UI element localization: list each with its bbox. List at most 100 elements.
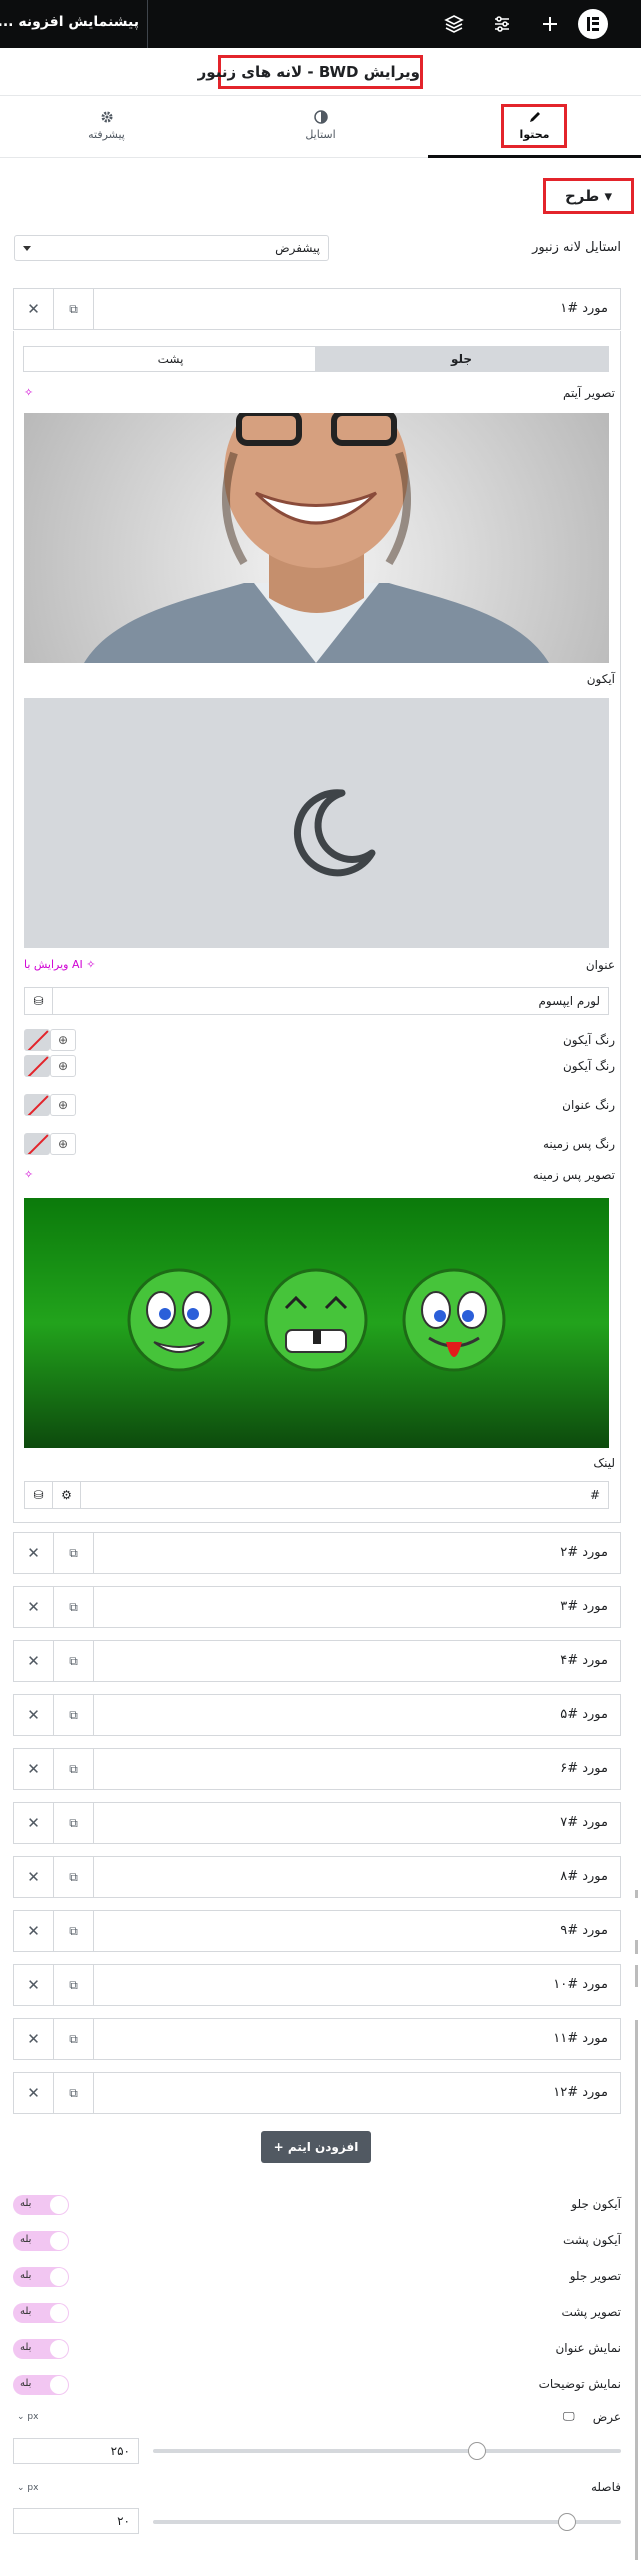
repeater-item-8[interactable]: مورد #۸ ✕ ⧉ [13, 1856, 621, 1898]
database-icon[interactable]: ⛁ [25, 1482, 53, 1508]
switch-label: بله [20, 2378, 32, 2389]
close-icon[interactable]: ✕ [14, 1857, 54, 1897]
scrollbar-segment[interactable] [635, 1890, 638, 1898]
link-label: لینک [593, 1456, 615, 1470]
database-icon[interactable]: ⛁ [25, 988, 53, 1014]
close-icon[interactable]: ✕ [14, 1911, 54, 1951]
repeater-item-11[interactable]: مورد #۱۱ ✕ ⧉ [13, 2018, 621, 2060]
desktop-icon[interactable]: 🖵 [563, 2409, 575, 2424]
repeater-item-3[interactable]: مورد #۳ ✕ ⧉ [13, 1586, 621, 1628]
copy-icon[interactable]: ⧉ [54, 1911, 94, 1951]
repeater-item-12[interactable]: مورد #۱۲ ✕ ⧉ [13, 2072, 621, 2114]
width-slider[interactable] [153, 2442, 621, 2460]
slider-handle[interactable] [558, 2513, 576, 2531]
repeater-item-2[interactable]: مورد #۲ ✕ ⧉ [13, 1532, 621, 1574]
sliders-icon[interactable] [490, 12, 514, 36]
layers-icon[interactable] [442, 12, 466, 36]
scrollbar-segment[interactable] [635, 1940, 638, 1954]
slider-handle[interactable] [468, 2442, 486, 2460]
plus-icon[interactable] [538, 12, 562, 36]
color-swatch[interactable] [24, 1094, 50, 1116]
tab-advanced[interactable]: پیشرفته [0, 96, 213, 158]
edit-with-ai-link[interactable]: ویرایش با AI ✧ [24, 958, 95, 971]
close-icon[interactable]: ✕ [14, 1587, 54, 1627]
copy-icon[interactable]: ⧉ [54, 1857, 94, 1897]
color-swatch[interactable] [24, 1029, 50, 1051]
back-icon-switch[interactable]: بله [13, 2231, 69, 2251]
close-icon[interactable]: ✕ [14, 2019, 54, 2059]
color-swatch[interactable] [24, 1133, 50, 1155]
toggle-front[interactable]: جلو [315, 347, 608, 371]
show-description-switch[interactable]: بله [13, 2375, 69, 2395]
globe-icon[interactable]: ⊕ [50, 1029, 76, 1051]
repeater-item-6[interactable]: مورد #۶ ✕ ⧉ [13, 1748, 621, 1790]
link-input[interactable]: # ⚙ ⛁ [24, 1481, 609, 1509]
bg-image-label: تصویر پس زمینه [532, 1168, 615, 1182]
repeater-item-10[interactable]: مورد #۱۰ ✕ ⧉ [13, 1964, 621, 2006]
copy-icon[interactable]: ⧉ [54, 1749, 94, 1789]
bg-image-preview[interactable] [24, 1198, 609, 1448]
globe-icon[interactable]: ⊕ [50, 1133, 76, 1155]
globe-icon[interactable]: ⊕ [50, 1055, 76, 1077]
close-icon[interactable]: ✕ [14, 289, 54, 329]
honeycomb-style-select[interactable]: پیشفرض [14, 235, 329, 261]
color-swatch[interactable] [24, 1055, 50, 1077]
scrollbar-segment[interactable] [635, 1965, 638, 1987]
title-input[interactable]: لورم ایپسوم ⛁ [24, 987, 609, 1015]
repeater-item-1[interactable]: مورد #۱ ✕ ⧉ [13, 288, 621, 330]
icon-preview[interactable] [24, 698, 609, 948]
repeater-item-9[interactable]: مورد #۹ ✕ ⧉ [13, 1910, 621, 1952]
icon-color-control[interactable]: ⊕ [24, 1029, 76, 1051]
scrollbar-thumb[interactable] [635, 2020, 638, 2560]
copy-icon[interactable]: ⧉ [54, 1587, 94, 1627]
gap-slider[interactable] [153, 2513, 621, 2531]
tab-style[interactable]: استایل [214, 96, 427, 158]
item-label: مورد #۴ [560, 1653, 608, 1668]
preview-title[interactable]: پیشنمایش افزونه ... [0, 14, 139, 30]
ai-sparkle-icon[interactable]: ✧ [24, 386, 33, 399]
copy-icon[interactable]: ⧉ [54, 1803, 94, 1843]
width-unit[interactable]: ⌄ px [17, 2412, 38, 2422]
settings-gear-icon[interactable]: ⚙ [53, 1482, 81, 1508]
repeater-item-7[interactable]: مورد #۷ ✕ ⧉ [13, 1802, 621, 1844]
show-title-switch[interactable]: بله [13, 2339, 69, 2359]
close-icon[interactable]: ✕ [14, 1695, 54, 1735]
item-label: مورد #۹ [560, 1923, 608, 1938]
close-icon[interactable]: ✕ [14, 1803, 54, 1843]
close-icon[interactable]: ✕ [14, 1641, 54, 1681]
copy-icon[interactable]: ⧉ [54, 289, 94, 329]
switch-label: بله [20, 2234, 32, 2245]
close-icon[interactable]: ✕ [14, 1533, 54, 1573]
add-item-button[interactable]: افزودن ایتم + [261, 2131, 371, 2163]
close-icon[interactable]: ✕ [14, 1749, 54, 1789]
copy-icon[interactable]: ⧉ [54, 1965, 94, 2005]
close-icon[interactable]: ✕ [14, 1965, 54, 2005]
title-label: عنوان [585, 958, 615, 972]
ai-sparkle-icon[interactable]: ✧ [24, 1168, 33, 1181]
gap-unit[interactable]: ⌄ px [17, 2483, 38, 2493]
back-image-switch[interactable]: بله [13, 2303, 69, 2323]
toggle-back[interactable]: پشت [24, 347, 317, 371]
front-icon-switch[interactable]: بله [13, 2195, 69, 2215]
repeater-item-5[interactable]: مورد #۵ ✕ ⧉ [13, 1694, 621, 1736]
title-color-control[interactable]: ⊕ [24, 1094, 76, 1116]
section-layout-toggle[interactable]: ▾ طرح [543, 178, 634, 214]
copy-icon[interactable]: ⧉ [54, 1641, 94, 1681]
copy-icon[interactable]: ⧉ [54, 1695, 94, 1735]
gap-input[interactable]: ۲۰ [13, 2508, 139, 2534]
repeater-item-4[interactable]: مورد #۴ ✕ ⧉ [13, 1640, 621, 1682]
globe-icon[interactable]: ⊕ [50, 1094, 76, 1116]
copy-icon[interactable]: ⧉ [54, 1533, 94, 1573]
icon-color-control-2[interactable]: ⊕ [24, 1055, 76, 1077]
copy-icon[interactable]: ⧉ [54, 2019, 94, 2059]
icon-color-label: رنگ آیکون [562, 1033, 615, 1047]
tab-content[interactable]: محتوا [428, 96, 641, 158]
copy-icon[interactable]: ⧉ [54, 2073, 94, 2113]
front-image-switch[interactable]: بله [13, 2267, 69, 2287]
item-image-preview[interactable] [24, 413, 609, 663]
close-icon[interactable]: ✕ [14, 2073, 54, 2113]
width-input[interactable]: ۲۵۰ [13, 2438, 139, 2464]
bg-color-control[interactable]: ⊕ [24, 1133, 76, 1155]
item-label: مورد #۸ [560, 1869, 608, 1884]
elementor-logo-icon[interactable] [578, 9, 608, 39]
